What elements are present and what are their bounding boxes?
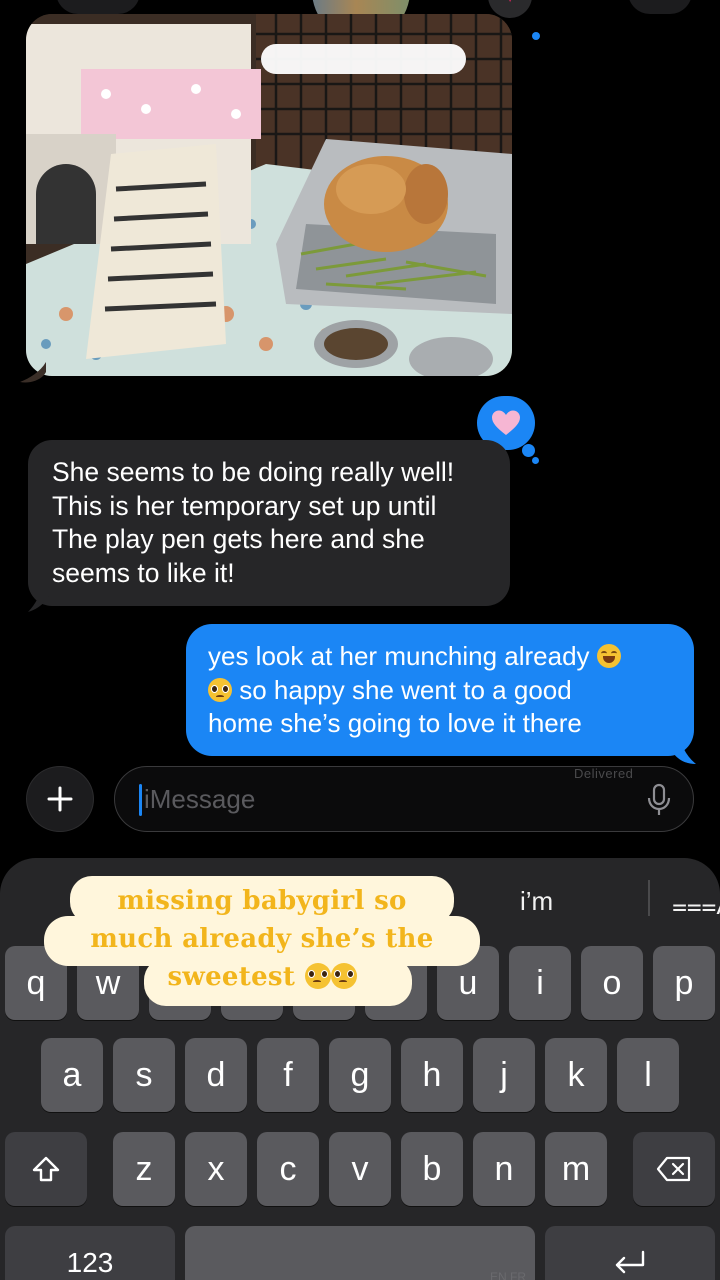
text-format-icon[interactable]: ⩶A xyxy=(672,890,720,922)
key-f[interactable]: f xyxy=(257,1038,319,1112)
numbers-key[interactable]: 123 xyxy=(5,1226,175,1280)
key-n[interactable]: n xyxy=(473,1132,535,1206)
story-text-sticker: missing babygirl so much already she’s t… xyxy=(44,874,480,1006)
key-s[interactable]: s xyxy=(113,1038,175,1112)
received-message-bubble[interactable]: She seems to be doing really well! This … xyxy=(28,440,510,606)
message-input-placeholder: iMessage xyxy=(144,784,256,814)
delivered-status: Delivered xyxy=(574,766,634,781)
microphone-icon[interactable] xyxy=(646,783,672,817)
reaction-tail-dot xyxy=(532,32,540,40)
add-attachment-button[interactable] xyxy=(26,766,94,832)
sent-message-line-2: so happy she went to a good xyxy=(239,674,572,705)
key-o[interactable]: o xyxy=(581,946,643,1020)
suggestion-im[interactable]: i’m xyxy=(520,886,553,917)
key-k[interactable]: k xyxy=(545,1038,607,1112)
key-b[interactable]: b xyxy=(401,1132,463,1206)
key-d[interactable]: d xyxy=(185,1038,247,1112)
return-icon xyxy=(615,1250,645,1274)
sent-message-bubble[interactable]: yes look at her munching already so happ… xyxy=(186,624,694,756)
laughing-emoji-icon xyxy=(596,644,621,668)
key-m[interactable]: m xyxy=(545,1132,607,1206)
delete-key[interactable] xyxy=(633,1132,715,1206)
shift-key[interactable] xyxy=(5,1132,87,1206)
space-key[interactable] xyxy=(185,1226,535,1280)
key-x[interactable]: x xyxy=(185,1132,247,1206)
key-j[interactable]: j xyxy=(473,1038,535,1112)
heart-icon xyxy=(492,410,520,435)
photo-bubble-tail xyxy=(20,362,46,383)
key-z[interactable]: z xyxy=(113,1132,175,1206)
key-g[interactable]: g xyxy=(329,1038,391,1112)
plus-icon xyxy=(47,786,73,812)
sent-message-line-1: yes look at her munching already xyxy=(208,641,590,671)
pleading-emoji-icon xyxy=(304,963,331,989)
sent-message-line-3: home she’s going to love it there xyxy=(208,708,582,738)
key-v[interactable]: v xyxy=(329,1132,391,1206)
shift-icon xyxy=(32,1156,60,1182)
language-label: EN FR xyxy=(490,1270,526,1280)
sent-bubble-tail xyxy=(668,730,696,764)
bunny-photo xyxy=(26,14,512,376)
key-a[interactable]: a xyxy=(41,1038,103,1112)
text-cursor xyxy=(139,784,142,816)
key-l[interactable]: l xyxy=(617,1038,679,1112)
photo-message[interactable] xyxy=(26,14,512,376)
back-button[interactable] xyxy=(56,0,140,14)
key-c[interactable]: c xyxy=(257,1132,319,1206)
suggestion-divider xyxy=(648,880,650,916)
pleading-emoji-icon xyxy=(208,677,232,702)
sticker-line-1: missing babygirl so xyxy=(117,886,407,916)
pleading-emoji-icon xyxy=(330,963,357,989)
key-h[interactable]: h xyxy=(401,1038,463,1112)
video-call-button[interactable] xyxy=(628,0,692,14)
sticker-line-2: much already she’s the xyxy=(90,924,434,954)
backspace-icon xyxy=(656,1156,691,1182)
key-p[interactable]: p xyxy=(653,946,715,1020)
key-i[interactable]: i xyxy=(509,946,571,1020)
return-key[interactable] xyxy=(545,1226,715,1280)
received-bubble-tail xyxy=(28,582,54,612)
reaction-tail-dot xyxy=(532,457,539,464)
sticker-line-3: sweetest xyxy=(167,962,296,992)
reaction-tail-dot xyxy=(522,444,535,457)
